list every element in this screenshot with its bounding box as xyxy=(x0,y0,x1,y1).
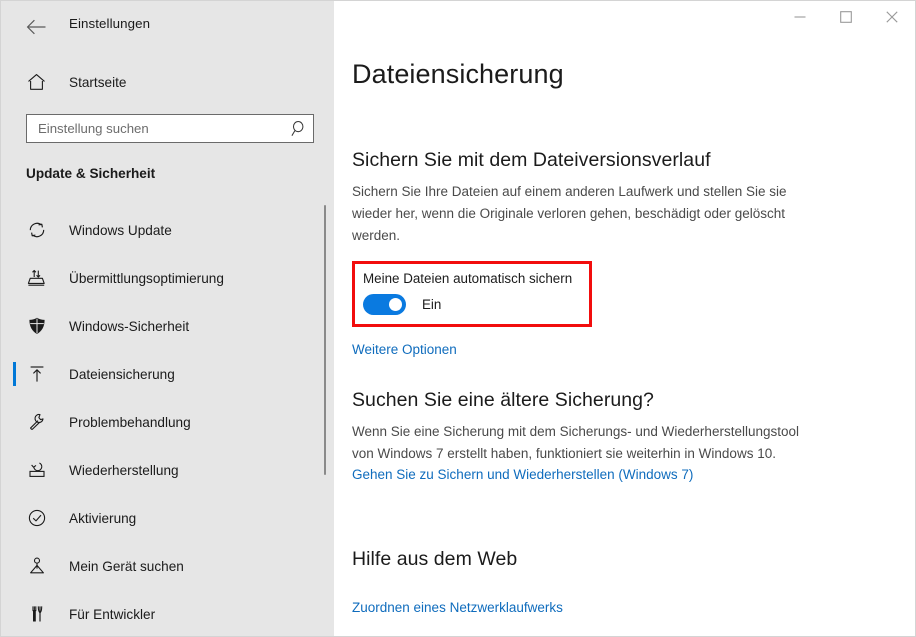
sidebar-item-delivery-optimization[interactable]: Übermittlungsoptimierung xyxy=(1,254,334,302)
older-backup-section: Suchen Sie eine ältere Sicherung? Wenn S… xyxy=(352,389,900,484)
wrench-icon xyxy=(25,410,49,434)
titlebar-left: Einstellungen xyxy=(1,1,334,49)
maximize-button[interactable] xyxy=(823,1,869,33)
sidebar-item-problembehandlung[interactable]: Problembehandlung xyxy=(1,398,334,446)
sidebar-item-label: Problembehandlung xyxy=(69,414,191,430)
selection-indicator xyxy=(13,554,16,578)
sync-icon xyxy=(25,218,49,242)
sidebar-nav-list: Windows Update Übermittlungsoptimierung xyxy=(1,206,334,636)
auto-backup-highlight-box: Meine Dateien automatisch sichern Ein xyxy=(352,261,592,327)
settings-window: Einstellungen Startseite Update & Sicher… xyxy=(0,0,916,637)
back-arrow-icon xyxy=(26,19,45,35)
developer-tools-icon xyxy=(25,602,49,626)
close-button[interactable] xyxy=(869,1,915,33)
sidebar-item-label: Für Entwickler xyxy=(69,606,156,622)
page-title: Dateiensicherung xyxy=(352,59,564,90)
search-icon[interactable] xyxy=(285,115,313,142)
app-title: Einstellungen xyxy=(69,16,151,31)
check-circle-icon xyxy=(25,506,49,530)
sidebar-item-label: Aktivierung xyxy=(69,510,137,526)
minimize-icon xyxy=(794,16,806,18)
backup-upload-icon xyxy=(25,362,49,386)
sidebar-item-label: Übermittlungsoptimierung xyxy=(69,270,224,286)
web-help-heading: Hilfe aus dem Web xyxy=(352,548,518,570)
minimize-button[interactable] xyxy=(777,1,823,33)
window-controls xyxy=(777,1,915,33)
older-backup-description: Wenn Sie eine Sicherung mit dem Sicherun… xyxy=(352,424,799,461)
backup-restore-windows7-link[interactable]: Gehen Sie zu Sichern und Wiederherstelle… xyxy=(352,467,693,482)
delivery-optimization-icon xyxy=(25,266,49,290)
map-network-drive-link[interactable]: Zuordnen eines Netzwerklaufwerks xyxy=(352,600,563,615)
selection-indicator xyxy=(13,458,16,482)
selection-indicator xyxy=(13,266,16,290)
sidebar-item-fuer-entwickler[interactable]: Für Entwickler xyxy=(1,590,334,636)
recovery-icon xyxy=(25,458,49,482)
content-body: Sichern Sie mit dem Dateiversionsverlauf… xyxy=(352,149,900,617)
sidebar-scrollbar-thumb[interactable] xyxy=(324,205,326,475)
close-icon xyxy=(886,11,898,23)
toggle-knob xyxy=(389,298,402,311)
sidebar-item-windows-update[interactable]: Windows Update xyxy=(1,206,334,254)
search-box[interactable] xyxy=(26,114,314,143)
sidebar-item-label: Dateiensicherung xyxy=(69,366,175,382)
selection-indicator xyxy=(13,602,16,626)
navigation-pane: Einstellungen Startseite Update & Sicher… xyxy=(1,1,334,636)
sidebar-item-label: Windows Update xyxy=(69,222,172,238)
selection-indicator xyxy=(13,314,16,338)
maximize-icon xyxy=(840,11,852,23)
auto-backup-toggle[interactable] xyxy=(363,294,406,315)
web-help-section: Hilfe aus dem Web Zuordnen eines Netzwer… xyxy=(352,548,900,617)
weitere-optionen-link[interactable]: Weitere Optionen xyxy=(352,342,457,357)
auto-backup-toggle-label: Meine Dateien automatisch sichern xyxy=(363,271,573,286)
search-input[interactable] xyxy=(27,115,285,142)
sidebar-item-aktivierung[interactable]: Aktivierung xyxy=(1,494,334,542)
sidebar-item-wiederherstellung[interactable]: Wiederherstellung xyxy=(1,446,334,494)
shield-icon xyxy=(25,314,49,338)
selection-indicator xyxy=(13,506,16,530)
sidebar-item-dateiensicherung[interactable]: Dateiensicherung xyxy=(1,350,334,398)
back-button[interactable] xyxy=(19,13,53,41)
selection-indicator xyxy=(13,218,16,242)
sidebar-item-label: Windows-Sicherheit xyxy=(69,318,190,334)
file-history-heading: Sichern Sie mit dem Dateiversionsverlauf xyxy=(352,149,711,171)
nav-group-title: Update & Sicherheit xyxy=(26,166,156,181)
older-backup-heading: Suchen Sie eine ältere Sicherung? xyxy=(352,389,654,411)
auto-backup-toggle-state: Ein xyxy=(422,297,442,312)
home-icon xyxy=(25,71,47,93)
find-my-device-icon xyxy=(25,554,49,578)
sidebar-item-mein-geraet-suchen[interactable]: Mein Gerät suchen xyxy=(1,542,334,590)
file-history-description: Sichern Sie Ihre Dateien auf einem ander… xyxy=(352,184,787,243)
content-pane: Dateiensicherung Sichern Sie mit dem Dat… xyxy=(334,1,915,636)
auto-backup-toggle-row: Ein xyxy=(361,294,589,315)
sidebar-item-home-label: Startseite xyxy=(69,74,127,90)
selection-indicator xyxy=(13,410,16,434)
selection-indicator xyxy=(13,362,16,386)
sidebar-item-label: Mein Gerät suchen xyxy=(69,558,184,574)
sidebar-item-windows-security[interactable]: Windows-Sicherheit xyxy=(1,302,334,350)
sidebar-item-label: Wiederherstellung xyxy=(69,462,179,478)
sidebar-item-home[interactable]: Startseite xyxy=(1,64,321,100)
